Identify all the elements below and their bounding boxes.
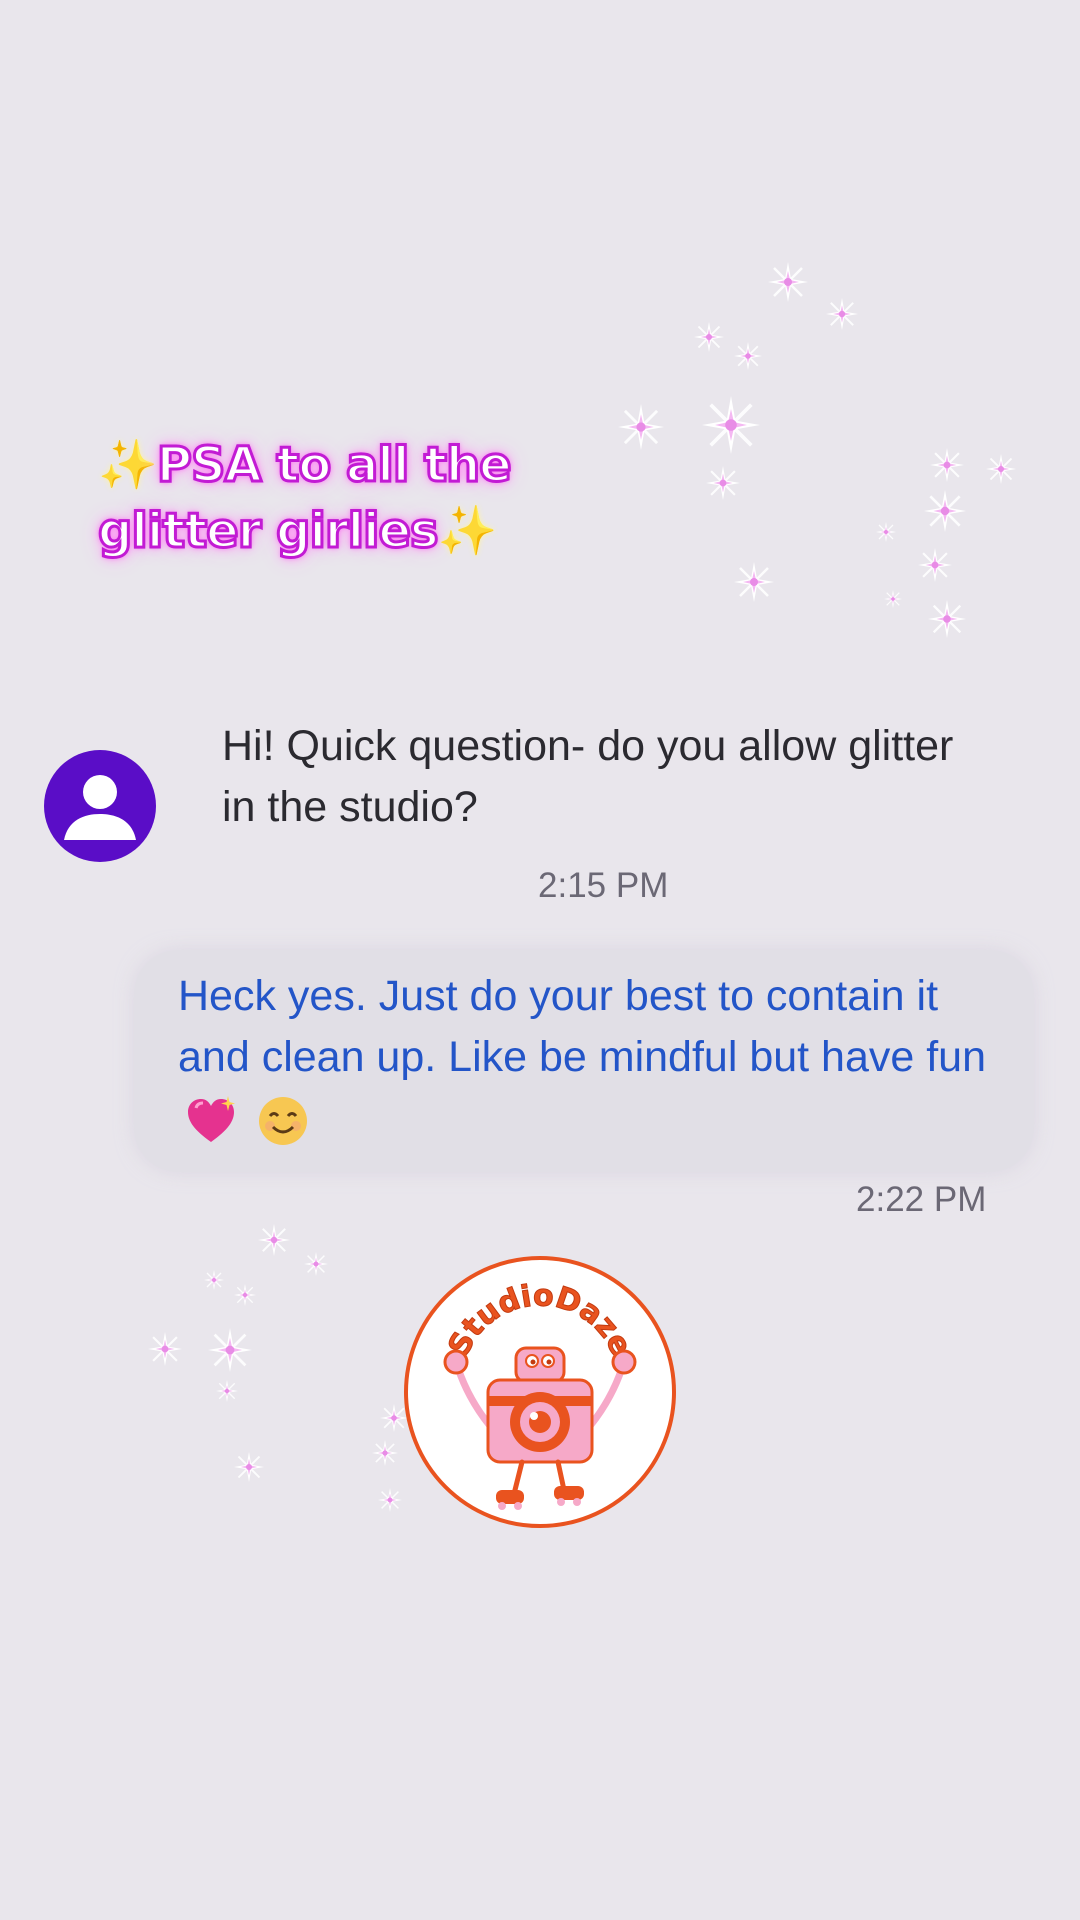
sparkle-icon (258, 1224, 290, 1256)
sparkle-icon (216, 1380, 238, 1402)
person-icon (64, 775, 136, 840)
incoming-message-time: 2:15 PM (538, 866, 669, 905)
outgoing-message-text: Heck yes. Just do your best to contain i… (178, 972, 987, 1081)
sparkle-icon (768, 262, 808, 302)
sparkle-icon (234, 1284, 256, 1306)
sparkling-heart-emoji (188, 1095, 235, 1142)
sparkle-icon (304, 1252, 328, 1276)
sparkle-icon (234, 1452, 264, 1482)
sparkle-icon (826, 298, 858, 330)
studiodaze-logo: StudioDaze (404, 1256, 676, 1528)
outgoing-message: Heck yes. Just do your best to contain i… (178, 966, 1018, 1149)
headline-sticker: ✨PSA to all the glitter girlies✨ (97, 432, 558, 564)
sparkles-emoji-right: ✨ (437, 503, 498, 559)
sparkle-icon (204, 1270, 224, 1290)
sparkle-icon (986, 454, 1016, 484)
sparkle-icon (734, 342, 762, 370)
avatar[interactable] (44, 750, 156, 862)
sparkle-icon (148, 1332, 182, 1366)
sparkle-icon (618, 404, 664, 450)
sparkle-icon (928, 600, 966, 638)
sparkle-icon (694, 322, 724, 352)
sparkle-icon (876, 522, 896, 542)
sparkle-icon (930, 448, 964, 482)
sparkle-icon (208, 1328, 252, 1372)
outgoing-message-time: 2:22 PM (856, 1180, 987, 1219)
sparkle-icon (378, 1488, 402, 1512)
sparkle-icon (372, 1440, 398, 1466)
sparkle-icon (884, 590, 902, 608)
sparkles-emoji-left: ✨ (98, 437, 158, 493)
incoming-message-text: Hi! Quick question- do you allow glitter… (222, 722, 954, 831)
sparkle-icon (734, 562, 774, 602)
sparkle-icon (924, 490, 966, 532)
sparkle-icon (918, 548, 952, 582)
sparkle-icon (702, 396, 760, 454)
smiling-face-emoji (258, 1096, 307, 1145)
sparkle-icon (706, 466, 740, 500)
